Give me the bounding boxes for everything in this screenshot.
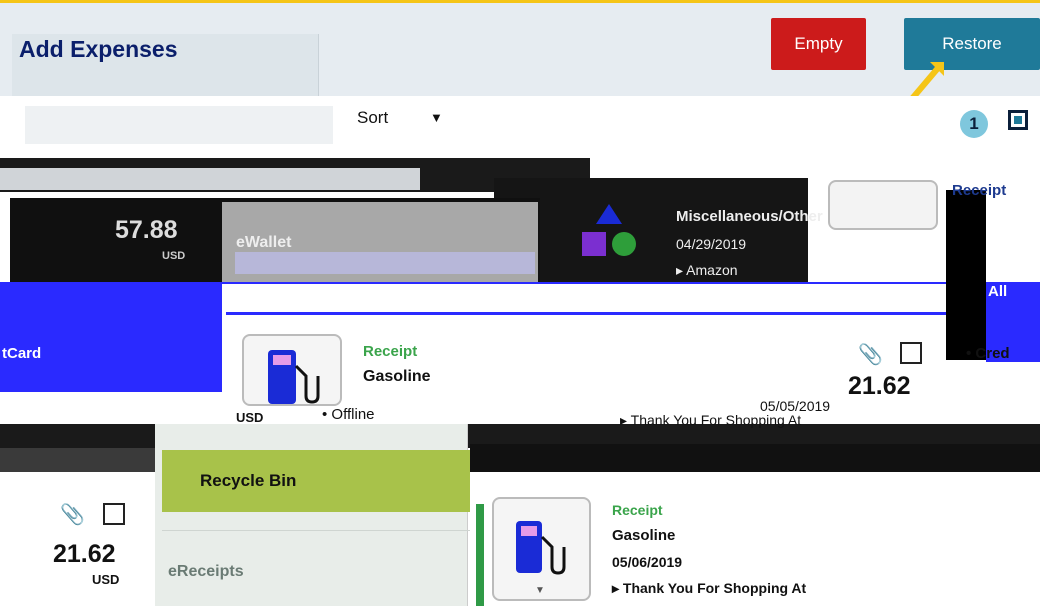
attachment-icon: 📎 <box>60 504 85 526</box>
card-divider <box>226 312 946 315</box>
receipt-label: Receipt <box>952 182 1007 199</box>
fuel-pump-icon <box>268 350 320 404</box>
overlay-right <box>946 190 986 360</box>
receipt-thumbnail[interactable] <box>828 180 938 230</box>
expense-category: Miscellaneous/Other <box>676 208 823 225</box>
expense-merchant: ▸ Thank You For Shopping At <box>620 412 802 428</box>
attachment-icon: 📎 <box>858 344 883 366</box>
nav-item-recycle-bin[interactable]: Recycle Bin <box>162 450 470 512</box>
expense-merchant: ▸ Amazon <box>676 262 738 278</box>
expense-amount: 21.62 <box>53 540 116 568</box>
nav-divider <box>162 530 470 531</box>
receipt-label: Receipt <box>612 502 663 518</box>
expense-amount: 21.62 <box>848 372 911 400</box>
overlay-band-grey <box>0 168 420 190</box>
expense-date: 05/06/2019 <box>612 554 683 570</box>
expense-merchant: ▸ Thank You For Shopping At <box>612 580 807 596</box>
receipt-label: Receipt <box>363 343 418 360</box>
nav-item-ereceipts[interactable]: eReceipts <box>168 563 244 581</box>
credit-label: • Cred <box>966 345 1010 362</box>
overlay-panel <box>494 178 808 282</box>
gasoline-thumbnail[interactable] <box>242 334 342 406</box>
offline-status: • Offline <box>322 406 375 423</box>
expense-amount: 57.88 <box>115 216 178 244</box>
expense-checkbox[interactable] <box>900 342 922 364</box>
overlay-band <box>470 444 1040 472</box>
expense-currency: USD <box>92 572 120 587</box>
expense-currency: USD <box>236 410 264 425</box>
status-bar <box>476 504 484 606</box>
sort-caret-icon[interactable]: ▼ <box>430 110 443 125</box>
miscellaneous-category-icon <box>582 204 636 256</box>
select-all-checkbox[interactable] <box>1008 110 1028 130</box>
empty-button[interactable]: Empty <box>771 18 866 70</box>
filter-area <box>25 106 333 144</box>
page-title: Add Expenses <box>19 36 178 62</box>
expense-checkbox[interactable] <box>103 503 125 525</box>
fuel-pump-icon <box>516 521 566 575</box>
ewallet-strip <box>235 252 535 274</box>
selected-count-badge: 1 <box>960 110 988 138</box>
ewallet-label: eWallet <box>236 234 292 251</box>
expense-currency: USD <box>162 250 186 262</box>
blue-strip-left <box>0 282 224 392</box>
expense-date: 04/29/2019 <box>676 236 747 252</box>
chevron-down-icon[interactable]: ▼ <box>535 585 545 596</box>
expense-category: Gasoline <box>612 527 676 544</box>
sort-label[interactable]: Sort <box>357 108 388 128</box>
card-label: tCard <box>2 345 42 362</box>
all-filter-label[interactable]: All <box>988 283 1007 300</box>
expense-category: Gasoline <box>363 368 431 385</box>
overlay-band <box>0 448 160 472</box>
